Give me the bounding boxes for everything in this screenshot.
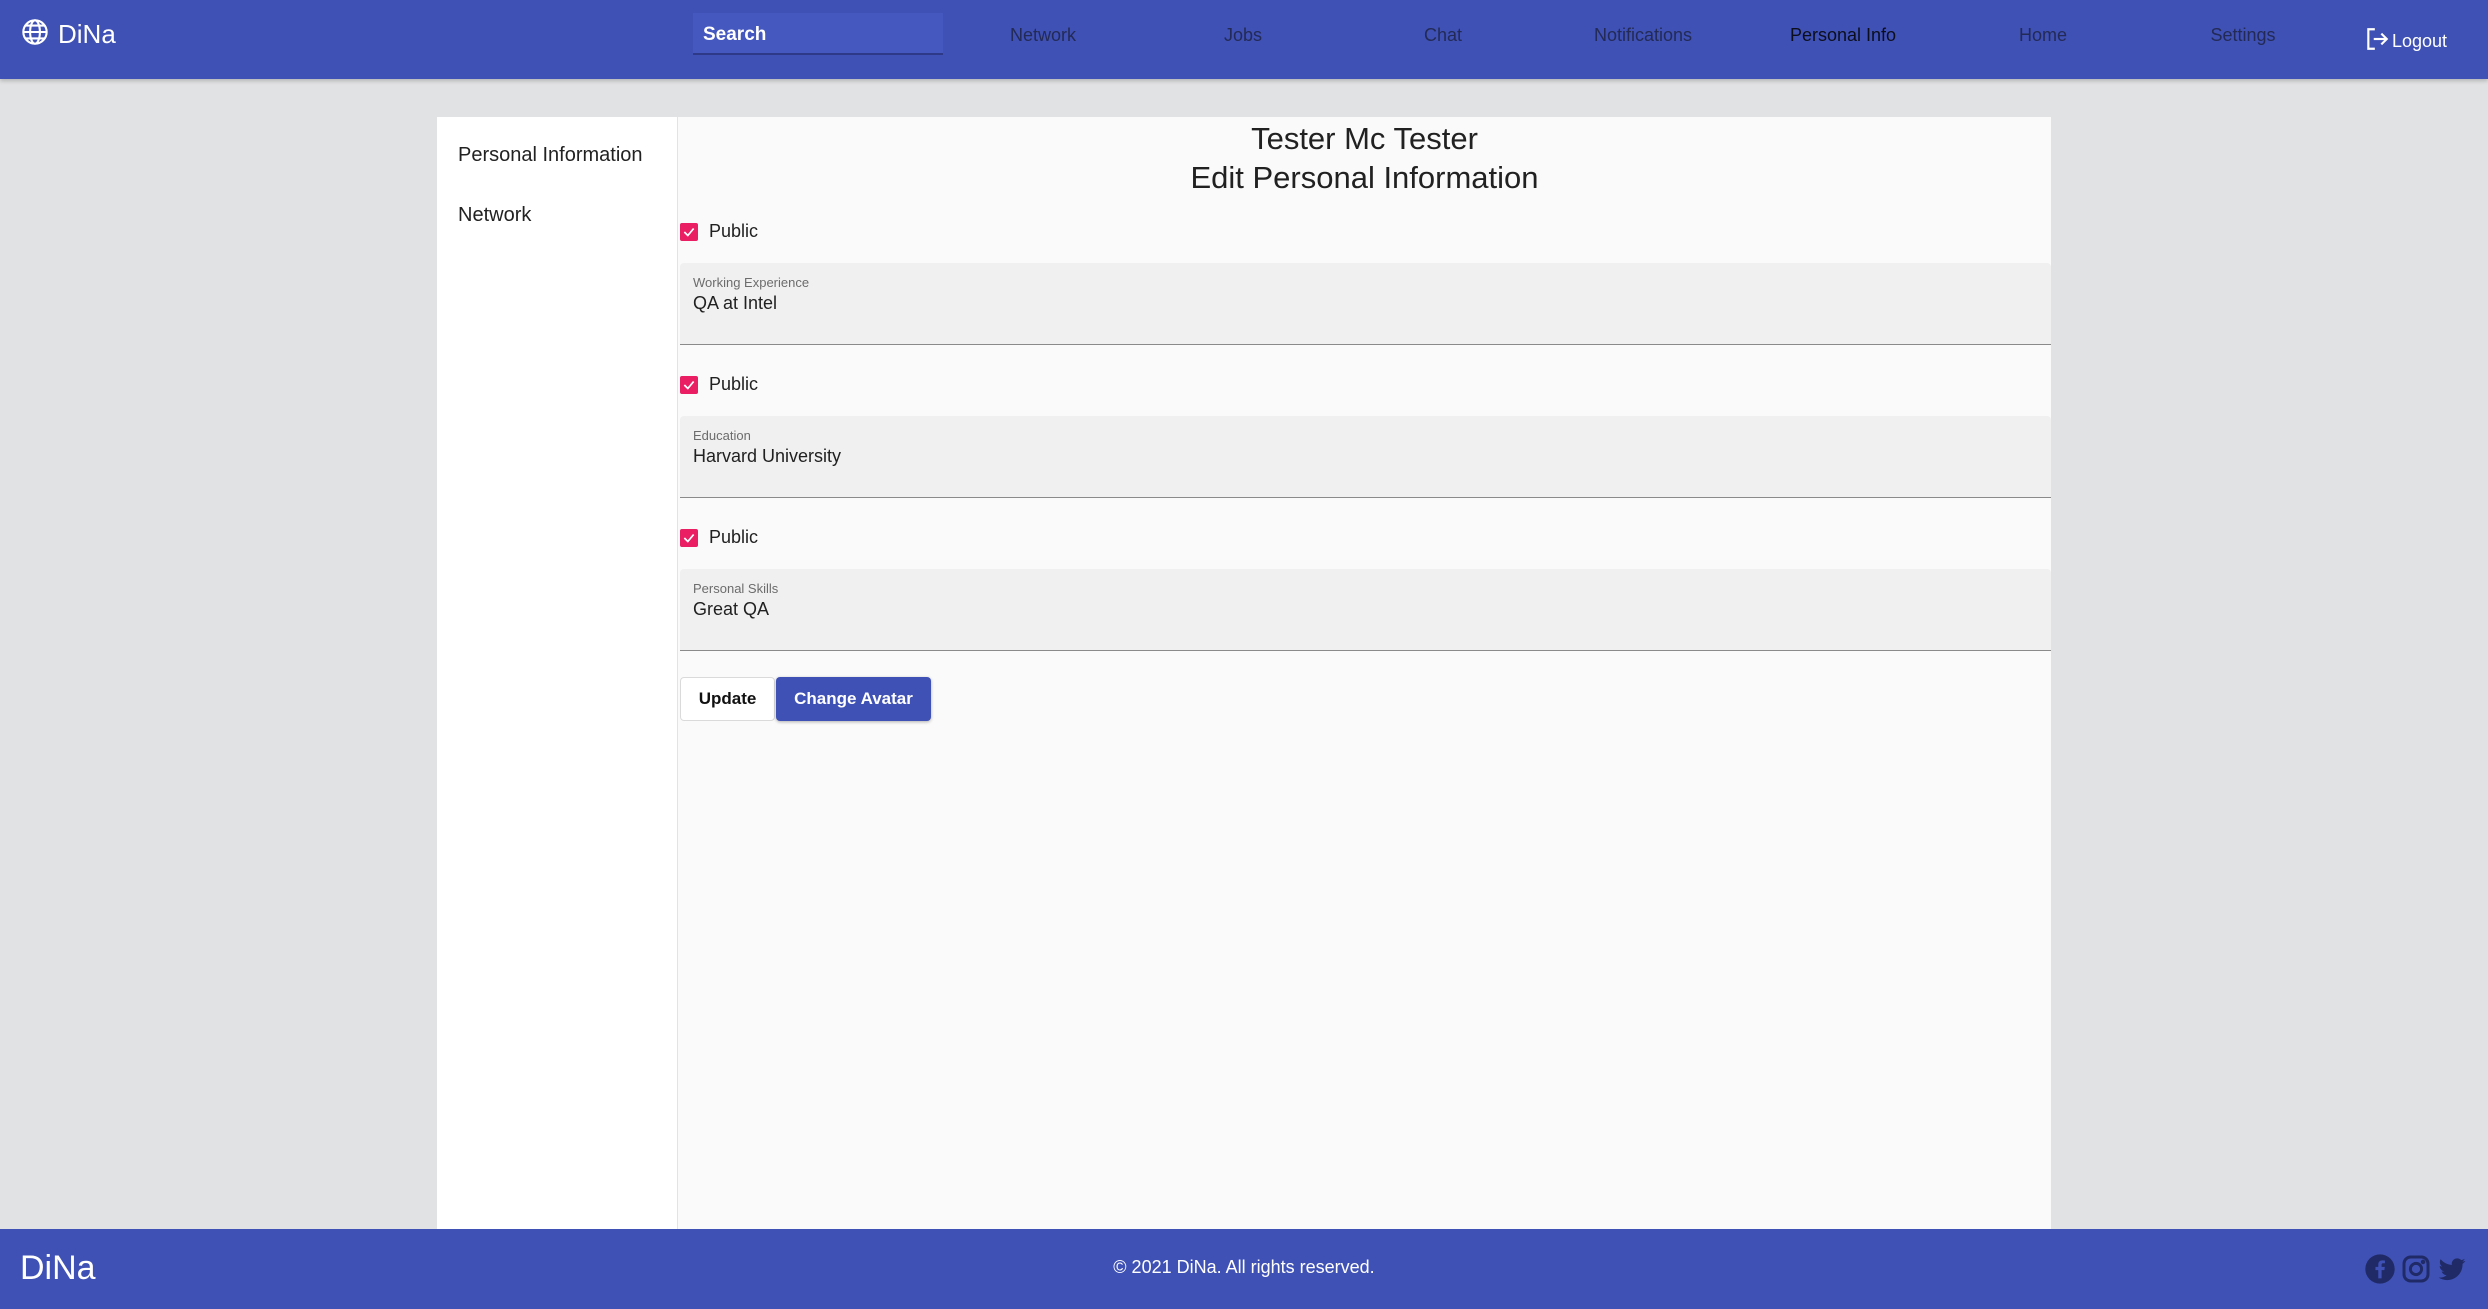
- nav-jobs[interactable]: Jobs: [1143, 25, 1343, 46]
- check-icon: [683, 533, 695, 543]
- instagram-icon[interactable]: [2400, 1253, 2432, 1285]
- nav-chat[interactable]: Chat: [1343, 25, 1543, 46]
- education-field[interactable]: Education Harvard University: [680, 416, 2051, 498]
- profile-name: Tester Mc Tester: [1251, 121, 1478, 156]
- personal-skills-field[interactable]: Personal Skills Great QA: [680, 569, 2051, 651]
- top-app-bar: DiNa Search Network Jobs Chat Notificati…: [0, 0, 2488, 79]
- logout-label: Logout: [2392, 31, 2448, 51]
- public-toggle-working-experience[interactable]: Public: [680, 221, 758, 242]
- sidebar-item-network[interactable]: Network: [458, 204, 531, 227]
- checkbox[interactable]: [680, 222, 698, 241]
- field-value[interactable]: Great QA: [693, 599, 769, 620]
- nav-network[interactable]: Network: [943, 25, 1143, 46]
- search-input[interactable]: Search: [693, 13, 943, 55]
- sidebar: Personal Information Network: [437, 117, 678, 1229]
- logout-button[interactable]: Logout: [2364, 26, 2447, 57]
- checkbox[interactable]: [680, 375, 698, 394]
- public-label: Public: [709, 527, 759, 547]
- field-value[interactable]: Harvard University: [693, 446, 841, 467]
- public-label: Public: [709, 374, 759, 394]
- copyright-text: © 2021 DiNa. All rights reserved.: [1113, 1257, 1375, 1277]
- content-card: Personal Information Network Tester Mc T…: [437, 117, 2051, 1229]
- public-label: Public: [709, 221, 759, 241]
- globe-icon: [21, 18, 49, 51]
- nav-notifications[interactable]: Notifications: [1543, 25, 1743, 46]
- checkbox[interactable]: [680, 528, 698, 547]
- footer: DiNa © 2021 DiNa. All rights reserved.: [0, 1229, 2488, 1309]
- change-avatar-button[interactable]: Change Avatar: [776, 677, 931, 721]
- working-experience-field[interactable]: Working Experience QA at Intel: [680, 263, 2051, 345]
- field-label: Personal Skills: [693, 581, 779, 596]
- nav-home[interactable]: Home: [1943, 25, 2143, 46]
- brand[interactable]: DiNa: [21, 18, 116, 51]
- nav-settings[interactable]: Settings: [2143, 25, 2343, 46]
- public-toggle-education[interactable]: Public: [680, 374, 758, 395]
- nav-personal-info[interactable]: Personal Info: [1743, 25, 1943, 46]
- update-button[interactable]: Update: [680, 677, 775, 721]
- facebook-icon[interactable]: [2364, 1253, 2396, 1285]
- public-toggle-personal-skills[interactable]: Public: [680, 527, 758, 548]
- brand-name: DiNa: [58, 19, 116, 49]
- field-value[interactable]: QA at Intel: [693, 293, 777, 314]
- sidebar-item-personal-information[interactable]: Personal Information: [458, 144, 643, 167]
- check-icon: [683, 227, 695, 237]
- field-label: Education: [693, 428, 751, 443]
- page-title: Edit Personal Information: [1190, 160, 1539, 195]
- logout-icon: [2364, 26, 2392, 57]
- twitter-icon[interactable]: [2436, 1253, 2468, 1285]
- field-label: Working Experience: [693, 275, 810, 290]
- check-icon: [683, 380, 695, 390]
